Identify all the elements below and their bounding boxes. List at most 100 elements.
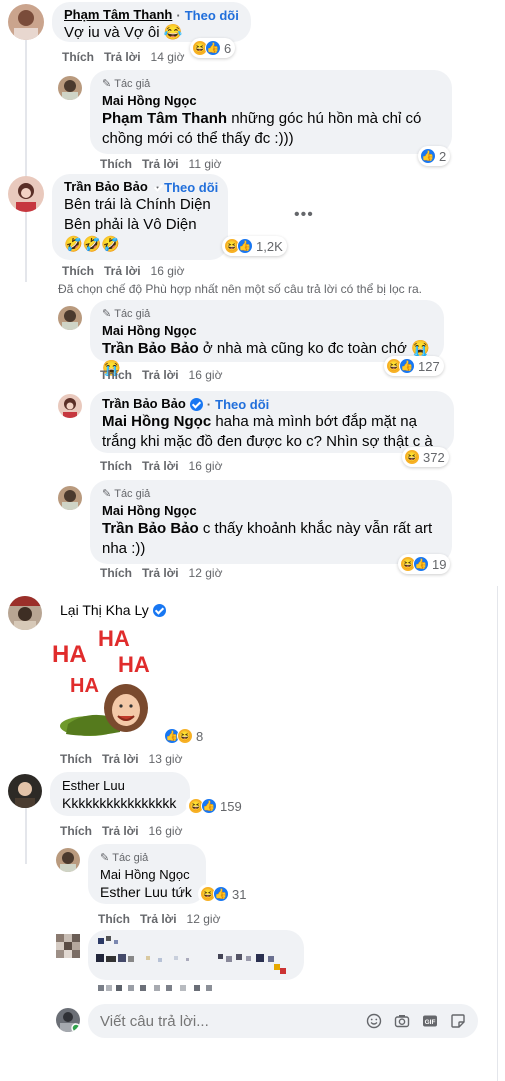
haha-sticker[interactable]: HA HA HA HA (50, 624, 162, 744)
timestamp[interactable]: 16 giờ (189, 459, 223, 473)
mention[interactable]: Trần Bảo Bảo (102, 520, 199, 537)
reaction-count[interactable]: 😆 👍 1,2K (222, 236, 287, 256)
reply-input[interactable] (100, 1012, 360, 1030)
avatar-esther-luu[interactable] (8, 774, 42, 808)
reaction-count[interactable]: 😆 👍 31 (198, 884, 251, 904)
comment-thread-top: Phạm Tâm Thanh · Theo dõi Vợ iu và Vợ ôi… (0, 0, 505, 586)
like-link[interactable]: Thích (100, 566, 132, 580)
reply-input-box[interactable]: GIF (88, 1004, 478, 1038)
commenter-name[interactable]: Mai Hồng Ngọc (102, 503, 440, 519)
timestamp[interactable]: 14 giờ (151, 50, 185, 64)
reply-link[interactable]: Trả lời (104, 50, 141, 64)
like-link[interactable]: Thích (60, 752, 92, 766)
timestamp[interactable]: 16 giờ (189, 368, 223, 382)
like-link[interactable]: Thích (60, 824, 92, 838)
commenter-name[interactable]: Trần Bảo Bảo (102, 396, 186, 412)
like-link[interactable]: Thích (98, 912, 130, 926)
mention[interactable]: Trần Bảo Bảo (102, 340, 199, 357)
reply-actions: Thích Trả lời 16 giờ (100, 459, 222, 473)
commenter-name[interactable]: Trần Bảo Bảo (64, 179, 148, 195)
reply-link[interactable]: Trả lời (140, 912, 177, 926)
reply-bubble: Trần Bảo Bảo · Theo dõi Mai Hồng Ngọc ha… (90, 391, 454, 453)
like-link[interactable]: Thích (100, 459, 132, 473)
reaction-count[interactable]: 👍 2 (418, 146, 451, 166)
timestamp[interactable]: 11 giờ (189, 157, 222, 171)
reply-text: Esther Luu tứk (100, 884, 192, 900)
avatar-mai-hong-ngoc[interactable] (58, 76, 82, 100)
commenter-name[interactable]: Lại Thị Kha Ly (60, 602, 149, 618)
reaction-count[interactable]: 😆 👍 19 (398, 554, 451, 574)
reply-link[interactable]: Trả lời (104, 264, 141, 278)
reaction-count[interactable]: 😆 👍 159 (186, 796, 246, 816)
like-link[interactable]: Thích (62, 264, 94, 278)
reaction-number: 127 (418, 358, 440, 374)
comment-actions: Thích Trả lời 14 giờ (62, 50, 184, 64)
timestamp[interactable]: 16 giờ (149, 824, 183, 838)
camera-icon[interactable] (394, 1013, 410, 1029)
reaction-count[interactable]: 😆 👍 127 (384, 356, 444, 376)
comment-bubble: Trần Bảo Bảo · Theo dõi Bên trái là Chín… (52, 174, 228, 260)
reply-link[interactable]: Trả lời (142, 157, 179, 171)
reply-actions: Thích Trả lời 16 giờ (100, 368, 222, 382)
mention[interactable]: Esther Luu (100, 884, 168, 900)
like-reaction-icon: 👍 (201, 798, 217, 814)
timestamp[interactable]: 16 giờ (151, 264, 185, 278)
reply-link[interactable]: Trả lời (142, 368, 179, 382)
reaction-number: 19 (432, 556, 447, 572)
like-link[interactable]: Thích (100, 157, 132, 171)
mention[interactable]: Mai Hồng Ngọc (102, 413, 211, 430)
thread-line (25, 212, 27, 282)
comment-text-line: Bên phải là Vô Diện (64, 216, 197, 233)
reaction-number: 31 (232, 886, 247, 902)
like-link[interactable]: Thích (62, 50, 94, 64)
commenter-name[interactable]: Esther Luu (62, 778, 178, 794)
reaction-count[interactable]: 😆 372 (402, 447, 449, 467)
reply-link[interactable]: Trả lời (102, 752, 139, 766)
reply-text: Mai Hồng Ngọc haha mà mình bớt đắp mặt n… (102, 413, 433, 450)
avatar-tran-bao-bao[interactable] (58, 394, 82, 418)
pen-icon: ✎ (102, 488, 112, 500)
like-reaction-icon: 👍 (413, 556, 429, 572)
commenter-name[interactable]: Mai Hồng Ngọc (102, 323, 432, 339)
follow-link[interactable]: Theo dõi (185, 8, 239, 23)
comment-text: Kkkkkkkkkkkkkkkk (62, 795, 177, 811)
sticker-icon[interactable] (450, 1013, 466, 1029)
mention[interactable]: Phạm Tâm Thanh (102, 110, 227, 127)
comment-actions: Thích Trả lời 13 giờ (60, 752, 182, 766)
follow-link[interactable]: Theo dõi (164, 180, 218, 195)
reply-link[interactable]: Trả lời (142, 459, 179, 473)
like-reaction-icon: 👍 (399, 358, 415, 374)
reaction-number: 1,2K (256, 238, 283, 254)
like-reaction-icon: 👍 (205, 40, 221, 56)
like-link[interactable]: Thích (100, 368, 132, 382)
timestamp[interactable]: 12 giờ (189, 566, 223, 580)
reply-link[interactable]: Trả lời (142, 566, 179, 580)
reply-link[interactable]: Trả lời (102, 824, 139, 838)
timestamp[interactable]: 12 giờ (187, 912, 221, 926)
gif-icon[interactable]: GIF (422, 1013, 438, 1029)
avatar-tran-bao-bao[interactable] (8, 176, 44, 212)
reaction-number: 6 (224, 40, 232, 56)
more-dots-icon[interactable]: ••• (294, 206, 314, 224)
like-reaction-icon: 👍 (213, 886, 229, 902)
commenter-name[interactable]: Mai Hồng Ngọc (102, 93, 440, 109)
avatar-photo (58, 306, 82, 330)
avatar-mai-hong-ngoc[interactable] (58, 306, 82, 330)
reaction-count[interactable]: 😆 👍 6 (190, 38, 236, 58)
svg-text:GIF: GIF (425, 1019, 436, 1026)
commenter-name[interactable]: Phạm Tâm Thanh (64, 7, 172, 23)
avatar-lai-thi-kha-ly[interactable] (8, 596, 42, 630)
emoji-icon[interactable] (366, 1013, 382, 1029)
avatar-pham-tam-thanh[interactable] (8, 4, 44, 40)
avatar-mai-hong-ngoc[interactable] (58, 486, 82, 510)
reply-bubble: ✎ Tác giả Mai Hồng Ngọc Trần Bảo Bảo c th… (90, 480, 452, 564)
reaction-number: 372 (423, 449, 445, 465)
avatar-mai-hong-ngoc[interactable] (56, 848, 80, 872)
reply-actions: Thích Trả lời 12 giờ (98, 912, 220, 926)
current-user-avatar[interactable] (56, 1008, 80, 1032)
timestamp[interactable]: 13 giờ (149, 752, 183, 766)
follow-link[interactable]: Theo dõi (215, 397, 269, 412)
author-tag: Tác giả (114, 488, 151, 500)
reaction-count[interactable]: 👍 😆 8 (162, 726, 208, 746)
commenter-name[interactable]: Mai Hồng Ngọc (100, 867, 194, 883)
